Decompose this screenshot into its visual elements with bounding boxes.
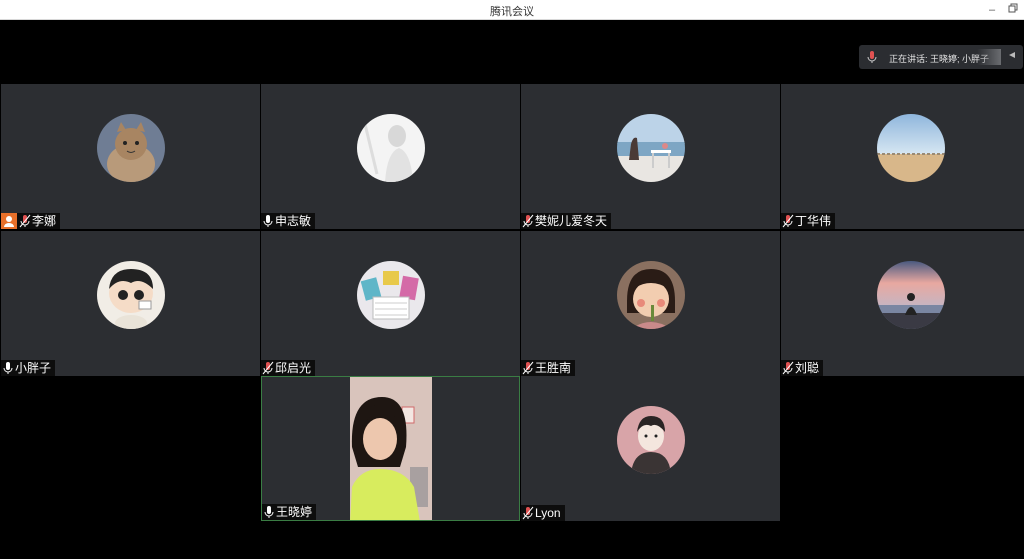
restore-icon[interactable] — [1006, 3, 1020, 17]
participant-name: 申志敏 — [275, 214, 312, 228]
participant-name: 小胖子 — [15, 361, 52, 375]
name-tag: 李娜 — [1, 213, 61, 229]
mic-muted-icon — [19, 214, 31, 228]
participant-tile[interactable]: 邱启光 — [261, 231, 520, 376]
participant-tile[interactable]: 刘聪 — [781, 231, 1024, 376]
name-tag: 刘聪 — [781, 360, 824, 376]
name-tag: 王晓婷 — [262, 504, 317, 520]
avatar — [357, 261, 425, 329]
mic-icon — [867, 51, 877, 63]
participant-name: 刘聪 — [795, 361, 820, 375]
participant-tile[interactable]: Lyon — [521, 376, 780, 521]
participant-tile[interactable]: 李娜 — [1, 84, 260, 229]
speaking-text: 正在讲话: 王晓婷; 小胖子;... — [889, 54, 989, 64]
title-bar: 腾讯会议 – — [0, 0, 1024, 20]
name-tag: Lyon — [521, 505, 565, 521]
mic-muted-icon — [522, 506, 534, 520]
video-feed — [350, 377, 432, 520]
avatar — [97, 261, 165, 329]
minimize-icon[interactable]: – — [985, 3, 999, 17]
name-tag: 申志敏 — [261, 213, 316, 229]
speaking-indicator[interactable]: 正在讲话: 王晓婷; 小胖子;... — [859, 45, 1023, 69]
speaking-fade — [977, 49, 1001, 65]
participant-name: 王晓婷 — [276, 505, 313, 519]
participant-tile[interactable]: 申志敏 — [261, 84, 520, 229]
host-icon — [1, 213, 17, 229]
avatar — [877, 114, 945, 182]
participant-tile[interactable]: 樊妮儿爱冬天 — [521, 84, 780, 229]
collapse-arrow-icon[interactable] — [1005, 49, 1019, 65]
avatar — [357, 114, 425, 182]
window-title: 腾讯会议 — [490, 6, 534, 18]
participant-tile[interactable]: 王胜南 — [521, 231, 780, 376]
name-tag: 小胖子 — [1, 360, 56, 376]
participant-name: 李娜 — [32, 214, 57, 228]
avatar — [617, 261, 685, 329]
name-tag: 樊妮儿爱冬天 — [521, 213, 612, 229]
participant-name: 邱启光 — [275, 361, 312, 375]
participant-name: 丁华伟 — [795, 214, 832, 228]
avatar — [97, 114, 165, 182]
mic-icon — [3, 362, 13, 374]
mic-icon — [263, 215, 273, 227]
name-tag: 王胜南 — [521, 360, 576, 376]
mic-muted-icon — [782, 361, 794, 375]
name-tag: 邱启光 — [261, 360, 316, 376]
avatar — [617, 406, 685, 474]
mic-icon — [264, 506, 274, 518]
participant-name: Lyon — [535, 506, 561, 520]
mic-muted-icon — [782, 214, 794, 228]
mic-muted-icon — [522, 361, 534, 375]
participant-tile[interactable]: 丁华伟 — [781, 84, 1024, 229]
avatar — [617, 114, 685, 182]
participant-name: 王胜南 — [535, 361, 572, 375]
participant-tile-active[interactable]: 王晓婷 — [261, 376, 520, 521]
mic-muted-icon — [522, 214, 534, 228]
participant-tile[interactable]: 小胖子 — [1, 231, 260, 376]
participant-name: 樊妮儿爱冬天 — [535, 214, 608, 228]
avatar — [877, 261, 945, 329]
name-tag: 丁华伟 — [781, 213, 836, 229]
mic-muted-icon — [262, 361, 274, 375]
